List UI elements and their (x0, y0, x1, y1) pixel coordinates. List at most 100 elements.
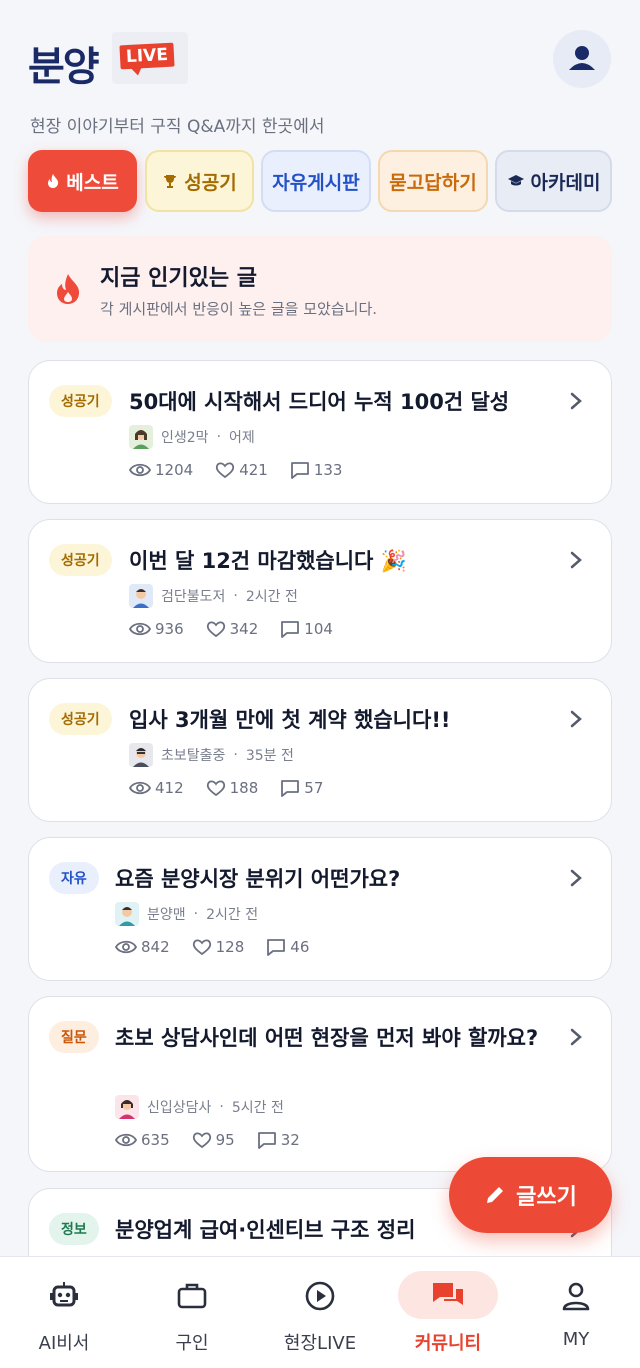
post-stats: 1204 421 133 (129, 459, 364, 481)
avatar (115, 1095, 139, 1119)
hot-title: 지금 인기있는 글 (100, 266, 257, 291)
tab-academy-label: 아카데미 (530, 171, 601, 194)
heart-icon (216, 462, 235, 479)
post-meta: 검단불도저 · 2시간 전 (129, 584, 298, 608)
chevron-right-icon (570, 392, 582, 410)
post-title: 요즘 분양시장 분위기 어떤가요? (115, 867, 401, 891)
post-title: 입사 3개월 만에 첫 계약 했습니다!! (129, 708, 451, 732)
view-count: 412 (155, 779, 184, 797)
post-time: 5시간 전 (231, 1100, 284, 1116)
view-count: 842 (141, 938, 170, 956)
graduation-cap-icon (507, 175, 524, 186)
hot-subtitle: 각 게시판에서 반응이 높은 글을 모았습니다. (100, 300, 378, 318)
tab-success[interactable]: 성공기 (145, 150, 254, 212)
avatar (129, 584, 153, 608)
post-card[interactable]: 성공기 입사 3개월 만에 첫 계약 했습니다!! 초보탈출중 · 35분 전 41… (28, 678, 612, 822)
view-count: 936 (155, 620, 184, 638)
avatar (115, 902, 139, 926)
pencil-icon (487, 1187, 504, 1203)
live-badge: LIVE (112, 32, 188, 84)
post-title: 50대에 시작해서 드디어 누적 100건 달성 (129, 390, 510, 414)
bottom-nav: AI비서 구인 현장LIVE 커뮤니티 MY (0, 1256, 640, 1368)
avatar (129, 743, 153, 767)
heart-icon (192, 1132, 211, 1149)
nav-item-my[interactable]: MY (512, 1257, 640, 1368)
post-meta: 인생2막 · 어제 (129, 425, 255, 449)
post-author: 분양맨 (147, 907, 186, 923)
nav-item-site-live[interactable]: 현장LIVE (256, 1257, 384, 1368)
eye-icon (129, 781, 151, 795)
chevron-right-icon (570, 551, 582, 569)
comment-icon (290, 462, 309, 479)
chevron-right-icon (570, 1028, 582, 1046)
robot-icon (50, 1282, 78, 1307)
nav-item-community[interactable]: 커뮤니티 (384, 1257, 512, 1368)
comment-icon (281, 780, 300, 797)
like-count: 128 (215, 938, 245, 956)
person-icon (569, 46, 595, 70)
heart-icon (206, 621, 225, 638)
nav-item-ai-assistant[interactable]: AI비서 (0, 1257, 128, 1368)
trophy-icon (164, 175, 177, 188)
briefcase-icon (177, 1283, 207, 1309)
post-author: 신입상담사 (147, 1100, 212, 1116)
post-title: 초보 상담사인데 어떤 현장을 먼저 봐야 할까요? (115, 1026, 539, 1050)
write-post-button[interactable]: 글쓰기 (449, 1157, 612, 1233)
chat-bubbles-icon (433, 1283, 463, 1305)
tab-best-label: 베스트 (66, 171, 119, 194)
nav-label: MY (562, 1329, 590, 1350)
post-stats: 412 188 57 (129, 777, 345, 799)
like-count: 421 (239, 461, 268, 479)
nav-label: 현장LIVE (283, 1333, 357, 1354)
post-card[interactable]: 자유 요즘 분양시장 분위기 어떤가요? 분양맨 · 2시간 전 842 128 4… (28, 837, 612, 981)
post-time: 2시간 전 (206, 907, 259, 923)
tab-best[interactable]: 베스트 (28, 150, 137, 212)
comment-icon (257, 1132, 276, 1149)
profile-button[interactable] (553, 30, 611, 88)
post-stats: 936 342 104 (129, 618, 355, 640)
play-circle-icon (305, 1281, 335, 1311)
category-badge: 성공기 (49, 703, 112, 735)
post-card[interactable]: 질문 초보 상담사인데 어떤 현장을 먼저 봐야 할까요? 신입상담사 · 5시간 … (28, 996, 612, 1172)
post-card[interactable]: 성공기 이번 달 12건 마감했습니다 🎉 검단불도저 · 2시간 전 936 34… (28, 519, 612, 663)
post-title: 이번 달 12건 마감했습니다 🎉 (129, 549, 407, 573)
live-badge-label: LIVE (119, 42, 175, 70)
category-badge: 정보 (49, 1213, 99, 1245)
tab-free-board[interactable]: 자유게시판 (261, 150, 371, 212)
tab-success-label: 성공기 (184, 171, 237, 194)
category-badge: 성공기 (49, 385, 112, 417)
eye-icon (129, 463, 151, 477)
nav-label: AI비서 (38, 1333, 90, 1354)
person-icon (562, 1282, 590, 1311)
post-author: 인생2막 (161, 430, 209, 446)
post-time: 어제 (229, 430, 255, 446)
chevron-right-icon (570, 869, 582, 887)
tab-academy[interactable]: 아카데미 (495, 150, 612, 212)
nav-label: 커뮤니티 (414, 1333, 482, 1354)
post-author: 검단불도저 (161, 589, 226, 605)
comment-count: 104 (304, 620, 333, 638)
chevron-right-icon (570, 710, 582, 728)
comment-count: 46 (290, 938, 310, 956)
comment-count: 32 (280, 1131, 300, 1149)
like-count: 342 (229, 620, 259, 638)
post-time: 2시간 전 (245, 589, 298, 605)
header: 분양 LIVE 현장 이야기부터 구직 Q&A까지 한곳에서 (0, 0, 640, 150)
tagline: 현장 이야기부터 구직 Q&A까지 한곳에서 (30, 117, 325, 137)
nav-item-jobs[interactable]: 구인 (128, 1257, 256, 1368)
post-time: 35분 전 (245, 748, 294, 764)
post-card[interactable]: 성공기 50대에 시작해서 드디어 누적 100건 달성 인생2막 · 어제 120… (28, 360, 612, 504)
category-badge: 질문 (49, 1021, 99, 1053)
category-badge: 성공기 (49, 544, 112, 576)
post-meta: 신입상담사 · 5시간 전 (115, 1095, 284, 1119)
tab-qa-label: 묻고답하기 (389, 171, 477, 194)
tab-qa[interactable]: 묻고답하기 (378, 150, 488, 212)
board-tabs: 베스트 성공기 자유게시판 묻고답하기 아카데미 (0, 150, 640, 216)
like-count: 188 (229, 779, 259, 797)
post-meta: 분양맨 · 2시간 전 (115, 902, 258, 926)
view-count: 635 (141, 1131, 170, 1149)
category-badge: 자유 (49, 862, 99, 894)
like-count: 95 (215, 1131, 235, 1149)
app-logo: 분양 (28, 44, 100, 90)
flame-icon (57, 274, 80, 304)
